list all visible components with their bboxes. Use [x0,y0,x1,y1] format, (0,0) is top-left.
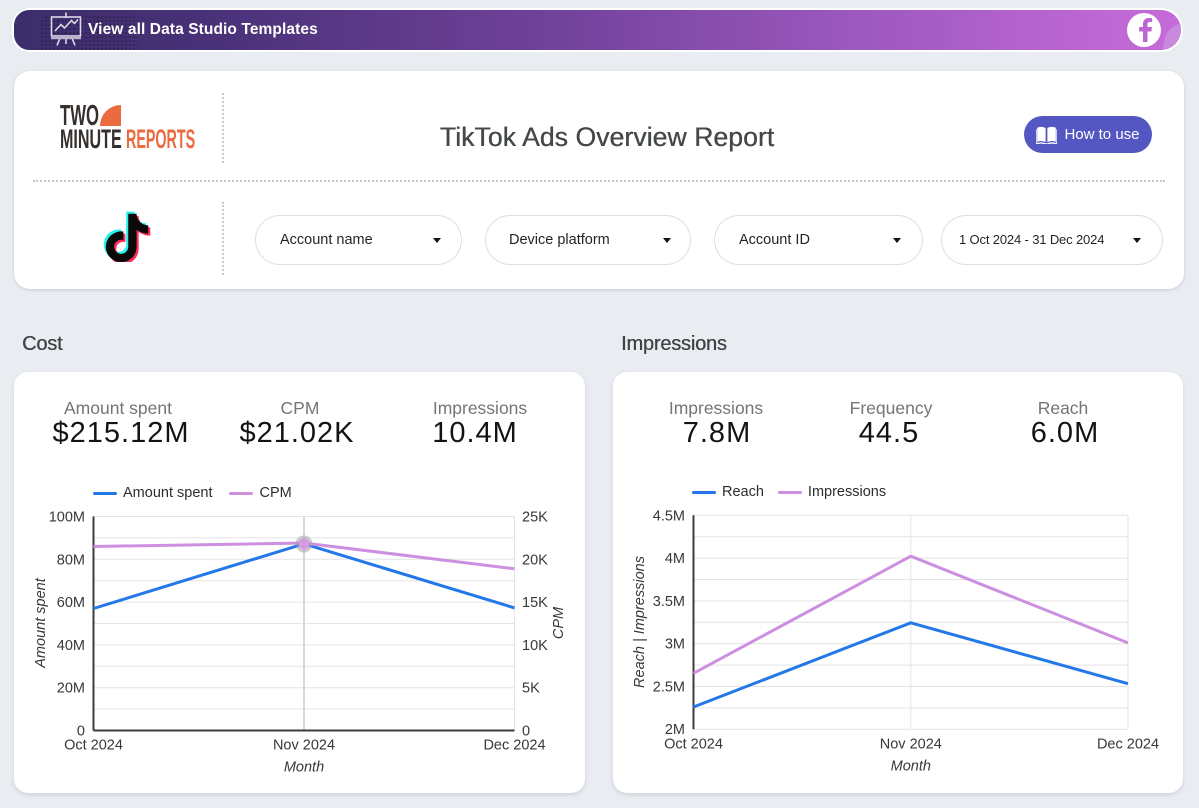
svg-text:Amount spent: Amount spent [33,577,49,668]
svg-text:20K: 20K [522,552,548,568]
svg-text:Nov 2024: Nov 2024 [273,738,335,754]
svg-text:5K: 5K [522,681,540,697]
svg-text:Dec 2024: Dec 2024 [1097,737,1159,753]
svg-text:Oct 2024: Oct 2024 [664,737,723,753]
svg-text:80M: 80M [57,552,85,568]
svg-text:3.5M: 3.5M [653,594,685,610]
svg-text:3M: 3M [665,637,685,653]
svg-text:10K: 10K [522,638,548,654]
svg-text:60M: 60M [57,595,85,611]
svg-text:2.5M: 2.5M [653,680,685,696]
svg-text:Reach | Impressions: Reach | Impressions [632,556,648,688]
svg-text:100M: 100M [49,510,85,526]
svg-text:25K: 25K [522,510,548,526]
svg-text:15K: 15K [522,595,548,611]
svg-text:40M: 40M [57,638,85,654]
svg-text:Month: Month [891,759,931,775]
svg-text:4.5M: 4.5M [653,508,685,524]
svg-text:CPM: CPM [551,606,567,639]
svg-text:4M: 4M [665,551,685,567]
svg-text:20M: 20M [57,681,85,697]
svg-text:Dec 2024: Dec 2024 [483,738,545,754]
svg-text:Oct 2024: Oct 2024 [64,738,123,754]
svg-text:Month: Month [284,760,324,776]
svg-text:Nov 2024: Nov 2024 [880,737,942,753]
